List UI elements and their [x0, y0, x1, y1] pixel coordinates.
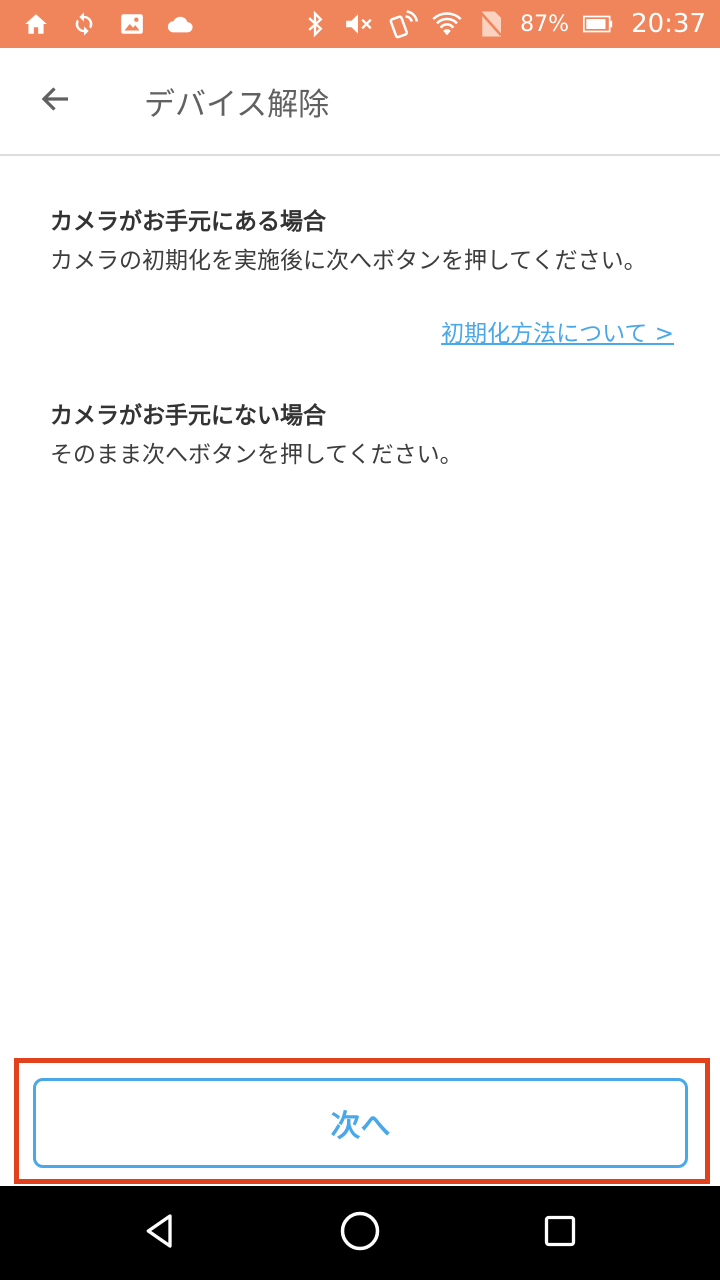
arrow-back-icon [38, 81, 74, 121]
section-camera-at-hand: カメラがお手元にある場合 カメラの初期化を実施後に次へボタンを押してください。 [50, 206, 674, 280]
status-bar-left [22, 10, 214, 38]
section-heading: カメラがお手元にある場合 [50, 209, 326, 235]
battery-icon [583, 9, 613, 39]
screen: 87% 20:37 デバイス解除 カメラがお手元にある場合 カメラの初期化を実施… [0, 0, 720, 1280]
status-bar: 87% 20:37 [0, 0, 720, 48]
help-link-row: 初期化方法について > [50, 314, 674, 348]
volume-mute-icon [344, 9, 374, 39]
image-icon [118, 10, 146, 38]
navigation-bar [0, 1186, 720, 1280]
section-camera-not-at-hand: カメラがお手元にない場合 そのまま次へボタンを押してください。 [50, 400, 674, 474]
square-recents-icon [542, 1213, 578, 1253]
circle-home-icon [339, 1210, 381, 1256]
nav-home-button[interactable] [320, 1193, 400, 1273]
sync-icon [70, 10, 98, 38]
bluetooth-icon [300, 9, 330, 39]
section-heading: カメラがお手元にない場合 [50, 403, 326, 429]
cloud-icon [166, 10, 194, 38]
content: カメラがお手元にある場合 カメラの初期化を実施後に次へボタンを押してください。 … [50, 206, 674, 474]
page-title: デバイス解除 [144, 86, 330, 123]
section-body: カメラの初期化を実施後に次へボタンを押してください。 [50, 248, 647, 274]
toolbar: デバイス解除 [0, 48, 720, 156]
status-bar-right: 87% 20:37 [286, 9, 706, 39]
next-button[interactable]: 次へ [33, 1078, 688, 1168]
reset-method-link[interactable]: 初期化方法について > [441, 321, 674, 347]
clock: 20:37 [631, 9, 706, 39]
triangle-back-icon [140, 1211, 180, 1255]
nfc-phone-icon [388, 9, 419, 39]
back-button[interactable] [24, 69, 88, 133]
home-icon [22, 10, 50, 38]
section-body: そのまま次へボタンを押してください。 [50, 442, 463, 468]
no-sim-icon [476, 9, 506, 39]
battery-percent: 87% [520, 11, 570, 37]
nav-back-button[interactable] [120, 1193, 200, 1273]
wifi-icon [432, 9, 462, 39]
nav-recents-button[interactable] [520, 1193, 600, 1273]
